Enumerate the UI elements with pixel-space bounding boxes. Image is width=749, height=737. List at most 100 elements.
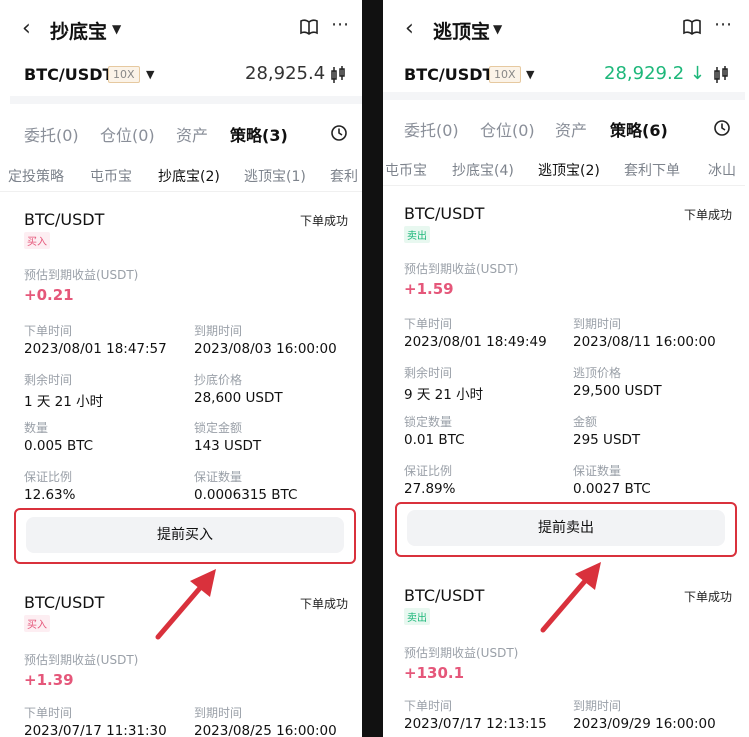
subtab-arbitrage[interactable]: 套利 bbox=[330, 166, 358, 186]
right-screenshot: ‹ 逃顶宝 ▼ ⋯ BTC/USDT 10X ▼ 28,929.2 ↓ 委托(0… bbox=[383, 0, 745, 737]
pair-bar: BTC/USDT 10X ▼ 28,929.2 ↓ bbox=[383, 58, 745, 94]
last-price: 28,929.2 ↓ bbox=[604, 63, 705, 84]
side-badge: 卖出 bbox=[404, 226, 430, 243]
tab-assets[interactable]: 资产 bbox=[176, 122, 208, 146]
highlight-box: 提前买入 bbox=[14, 508, 356, 564]
field-label: 下单时间 bbox=[24, 324, 73, 338]
tab-strategies[interactable]: 策略(6) bbox=[610, 117, 668, 141]
field-label: 剩余时间 bbox=[404, 366, 453, 380]
subtab-hodl[interactable]: 屯币宝 bbox=[90, 166, 132, 186]
field-value: 2023/07/17 12:13:15 bbox=[404, 716, 547, 732]
candlestick-chart-icon[interactable] bbox=[713, 66, 729, 84]
field-value: 27.89% bbox=[404, 481, 456, 497]
est-profit-label: 预估到期收益(USDT) bbox=[404, 646, 519, 660]
card-status: 下单成功 bbox=[299, 214, 348, 228]
main-tabs: 委托(0) 仓位(0) 资产 策略(3) bbox=[0, 112, 362, 152]
est-profit-value: +130.1 bbox=[404, 664, 465, 682]
est-profit-label: 预估到期收益(USDT) bbox=[24, 653, 139, 667]
highlight-box: 提前卖出 bbox=[395, 502, 737, 557]
field-value: 2023/08/03 16:00:00 bbox=[194, 341, 337, 357]
back-icon[interactable]: ‹ bbox=[405, 16, 414, 41]
field-label: 到期时间 bbox=[573, 699, 622, 713]
field-label: 剩余时间 bbox=[24, 373, 73, 387]
subtab-hodl[interactable]: 屯币宝 bbox=[385, 160, 427, 180]
field-value: 0.01 BTC bbox=[404, 432, 465, 448]
title-bar: ‹ 逃顶宝 ▼ ⋯ bbox=[383, 0, 745, 58]
card-status: 下单成功 bbox=[683, 590, 732, 604]
pair-dropdown-icon[interactable]: ▼ bbox=[146, 68, 154, 81]
pair-dropdown-icon[interactable]: ▼ bbox=[526, 68, 534, 81]
field-label: 到期时间 bbox=[573, 317, 622, 331]
field-value: 28,600 USDT bbox=[194, 390, 283, 406]
book-icon[interactable] bbox=[300, 19, 318, 35]
pair-name[interactable]: BTC/USDT bbox=[24, 65, 113, 84]
section-divider bbox=[383, 92, 745, 100]
est-profit-value: +0.21 bbox=[24, 286, 74, 304]
left-screenshot: ‹ 抄底宝 ▼ ⋯ BTC/USDT 10X ▼ 28,925.4 委托(0) … bbox=[0, 0, 362, 737]
side-badge: 买入 bbox=[24, 232, 50, 249]
card-pair: BTC/USDT bbox=[24, 593, 105, 612]
subtab-dca[interactable]: 定投策略 bbox=[8, 166, 64, 186]
field-value: 12.63% bbox=[24, 487, 76, 503]
red-arrow-icon bbox=[155, 569, 216, 640]
field-label: 下单时间 bbox=[404, 699, 453, 713]
side-badge: 买入 bbox=[24, 615, 50, 632]
field-value: 2023/08/11 16:00:00 bbox=[573, 334, 716, 350]
early-buy-button[interactable]: 提前买入 bbox=[26, 517, 344, 553]
candlestick-chart-icon[interactable] bbox=[330, 66, 346, 84]
est-profit-value: +1.59 bbox=[404, 280, 454, 298]
book-icon[interactable] bbox=[683, 19, 701, 35]
field-value: 2023/09/29 16:00:00 bbox=[573, 716, 716, 732]
strategy-subtabs: 定投策略 屯币宝 抄底宝(2) 逃顶宝(1) 套利 bbox=[0, 158, 362, 192]
field-label: 金额 bbox=[573, 415, 598, 429]
early-sell-button[interactable]: 提前卖出 bbox=[407, 510, 725, 546]
field-value: 1 天 21 小时 bbox=[24, 394, 104, 410]
leverage-badge: 10X bbox=[489, 66, 521, 83]
subtab-buy-dip[interactable]: 抄底宝(2) bbox=[158, 166, 220, 186]
field-label: 保证数量 bbox=[573, 464, 622, 478]
pair-name[interactable]: BTC/USDT bbox=[404, 65, 493, 84]
field-label: 保证比例 bbox=[24, 470, 73, 484]
field-label: 抄底价格 bbox=[194, 373, 243, 387]
est-profit-value: +1.39 bbox=[24, 671, 74, 689]
page-title[interactable]: 抄底宝 bbox=[50, 17, 107, 44]
red-arrow-icon bbox=[540, 562, 601, 633]
tab-strategies[interactable]: 策略(3) bbox=[230, 122, 288, 146]
history-icon[interactable] bbox=[713, 119, 731, 137]
field-label: 下单时间 bbox=[24, 706, 73, 720]
subtab-sell-high[interactable]: 逃顶宝(1) bbox=[244, 166, 306, 186]
card-pair: BTC/USDT bbox=[404, 586, 485, 605]
tab-orders[interactable]: 委托(0) bbox=[404, 117, 459, 141]
est-profit-label: 预估到期收益(USDT) bbox=[404, 262, 519, 276]
subtab-buy-dip[interactable]: 抄底宝(4) bbox=[452, 160, 514, 180]
field-label: 数量 bbox=[24, 421, 49, 435]
title-dropdown-icon[interactable]: ▼ bbox=[112, 22, 121, 36]
last-price: 28,925.4 bbox=[245, 63, 326, 84]
field-value: 295 USDT bbox=[573, 432, 641, 448]
subtab-iceberg[interactable]: 冰山 bbox=[708, 160, 736, 180]
subtab-sell-high[interactable]: 逃顶宝(2) bbox=[538, 160, 600, 180]
tab-assets[interactable]: 资产 bbox=[555, 117, 587, 141]
tab-positions[interactable]: 仓位(0) bbox=[100, 122, 155, 146]
page-title[interactable]: 逃顶宝 bbox=[433, 17, 490, 44]
field-value: 29,500 USDT bbox=[573, 383, 662, 399]
field-label: 锁定金额 bbox=[194, 421, 243, 435]
main-tabs: 委托(0) 仓位(0) 资产 策略(6) bbox=[383, 107, 745, 147]
title-bar: ‹ 抄底宝 ▼ ⋯ bbox=[0, 0, 362, 58]
field-value: 0.0006315 BTC bbox=[194, 487, 298, 503]
strategy-subtabs: 屯币宝 抄底宝(4) 逃顶宝(2) 套利下单 冰山 bbox=[383, 152, 745, 186]
field-value: 2023/08/25 16:00:00 bbox=[194, 723, 337, 737]
tab-positions[interactable]: 仓位(0) bbox=[480, 117, 535, 141]
more-icon[interactable]: ⋯ bbox=[714, 14, 733, 35]
title-dropdown-icon[interactable]: ▼ bbox=[493, 22, 502, 36]
back-icon[interactable]: ‹ bbox=[22, 16, 31, 41]
field-value: 0.0027 BTC bbox=[573, 481, 651, 497]
field-value: 2023/07/17 11:31:30 bbox=[24, 723, 167, 737]
subtab-arbitrage-order[interactable]: 套利下单 bbox=[624, 160, 680, 180]
tab-orders[interactable]: 委托(0) bbox=[24, 122, 79, 146]
field-label: 保证数量 bbox=[194, 470, 243, 484]
est-profit-label: 预估到期收益(USDT) bbox=[24, 268, 139, 282]
more-icon[interactable]: ⋯ bbox=[331, 14, 350, 35]
pair-bar: BTC/USDT 10X ▼ 28,925.4 bbox=[0, 58, 362, 94]
history-icon[interactable] bbox=[330, 124, 348, 142]
